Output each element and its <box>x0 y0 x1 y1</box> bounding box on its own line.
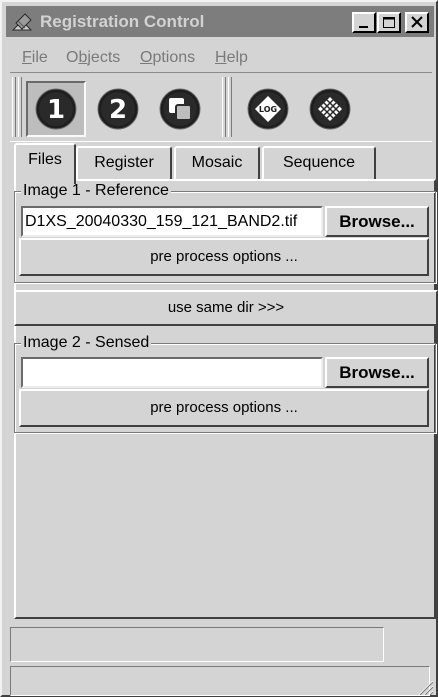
title-bar[interactable]: Registration Control <box>6 6 434 37</box>
image1-group-title: Image 1 - Reference <box>21 181 171 201</box>
log-button[interactable]: LOG <box>238 81 298 137</box>
close-icon <box>411 16 423 28</box>
use-same-dir-button[interactable]: use same dir >>> <box>14 290 438 326</box>
minimize-button[interactable] <box>352 12 376 33</box>
toolbar: 1 2 LOG <box>10 72 432 142</box>
image2-path-field[interactable] <box>21 357 323 388</box>
menu-help[interactable]: Help <box>215 49 248 67</box>
maximize-icon <box>383 17 395 28</box>
grid-icon <box>309 88 351 130</box>
image2-browse-button[interactable]: Browse... <box>325 357 429 388</box>
tab-mosaic[interactable]: Mosaic <box>174 146 260 180</box>
overlay-icon <box>159 88 201 130</box>
app-icon <box>11 13 33 31</box>
menu-options[interactable]: Options <box>140 49 195 67</box>
svg-text:1: 1 <box>47 95 65 125</box>
grid-button[interactable] <box>300 81 360 137</box>
log-icon: LOG <box>247 88 289 130</box>
window-title: Registration Control <box>40 12 205 31</box>
maximize-button[interactable] <box>377 12 401 33</box>
minimize-icon <box>359 26 368 28</box>
svg-text:LOG: LOG <box>259 105 277 114</box>
svg-text:2: 2 <box>109 95 127 125</box>
tab-sequence[interactable]: Sequence <box>262 146 376 180</box>
toolbar-separator-2 <box>228 77 232 137</box>
step-2-icon: 2 <box>97 88 139 130</box>
close-button[interactable] <box>405 12 429 33</box>
toolbar-grip-2 <box>18 77 22 137</box>
status-field-2 <box>10 666 430 696</box>
tab-files[interactable]: Files <box>14 143 76 184</box>
image2-sensed-group: Image 2 - Sensed Browse... pre process o… <box>14 333 436 433</box>
tab-register[interactable]: Register <box>76 146 172 180</box>
registration-control-window: Registration Control File Objects Option… <box>0 0 438 697</box>
toolbar-grip[interactable] <box>12 77 16 137</box>
step-1-button[interactable]: 1 <box>26 81 86 137</box>
image1-reference-group: Image 1 - Reference D1XS_20040330_159_12… <box>14 181 436 283</box>
image2-preprocess-button[interactable]: pre process options ... <box>19 389 429 427</box>
step-1-icon: 1 <box>35 88 77 130</box>
menu-bar: File Objects Options Help <box>6 40 434 66</box>
status-field-1 <box>10 627 384 662</box>
step-2-button[interactable]: 2 <box>88 81 148 137</box>
files-tab-panel: Image 1 - Reference D1XS_20040330_159_12… <box>14 179 438 619</box>
image1-preprocess-button[interactable]: pre process options ... <box>19 238 429 276</box>
image2-group-title: Image 2 - Sensed <box>21 333 152 353</box>
resize-grip-icon[interactable] <box>416 678 434 695</box>
toolbar-separator <box>222 77 226 137</box>
menu-objects[interactable]: Objects <box>66 49 120 67</box>
overlay-button[interactable] <box>150 81 210 137</box>
menu-file[interactable]: File <box>22 49 48 67</box>
image1-path-field[interactable]: D1XS_20040330_159_121_BAND2.tif <box>21 206 323 237</box>
image1-browse-button[interactable]: Browse... <box>325 206 429 237</box>
